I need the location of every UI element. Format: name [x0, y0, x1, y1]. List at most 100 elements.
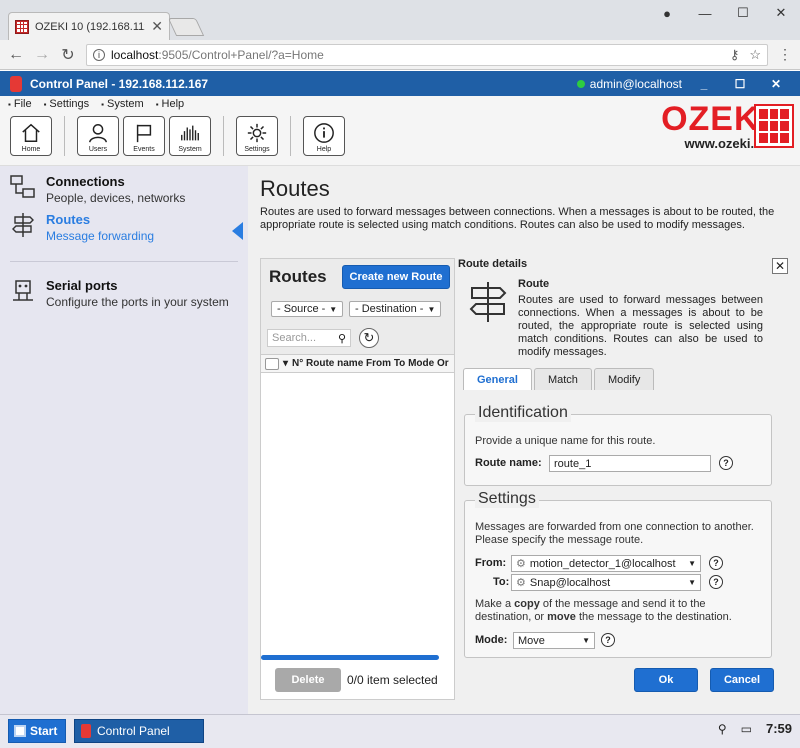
identification-legend: Identification — [475, 404, 571, 422]
close-icon[interactable]: ✕ — [772, 258, 788, 274]
sidebar-item-routes[interactable]: Routes Message forwarding — [10, 212, 154, 243]
help-question-icon[interactable]: ? — [709, 575, 723, 589]
routes-list-title: Routes — [269, 267, 327, 286]
search-icon[interactable]: ⚲ — [338, 332, 346, 345]
equalizer-icon — [181, 125, 199, 141]
route-name-value: route_1 — [554, 457, 592, 470]
routes-list-panel: Routes Create new Route - Source - ▼ - De… — [260, 258, 455, 700]
identification-section: Identification Provide a unique name for… — [464, 404, 772, 486]
app-title: Control Panel - 192.168.112.167 — [30, 76, 209, 91]
minimize-icon[interactable]: — — [686, 0, 724, 26]
tab-modify[interactable]: Modify — [593, 368, 655, 390]
events-button[interactable]: Events — [123, 116, 165, 156]
maximize-icon[interactable]: ☐ — [724, 0, 762, 26]
sidebar-item-serial-ports[interactable]: Serial ports Configure the ports in your… — [10, 278, 229, 309]
address-bar[interactable]: i localhost:9505/Control+Panel/?a=Home ⚷… — [86, 43, 768, 66]
help-question-icon[interactable]: ? — [719, 456, 733, 470]
menu-settings[interactable]: Settings — [44, 98, 89, 110]
chevron-down-icon: ▼ — [688, 559, 696, 568]
tab-general[interactable]: General — [463, 368, 532, 390]
routes-table-columns: N° Route name From To Mode Or — [292, 358, 449, 369]
select-all-checkbox[interactable] — [265, 357, 279, 370]
usb-network-icon[interactable]: ⚲ — [718, 722, 727, 736]
to-label: To: — [493, 576, 510, 588]
browser-tab[interactable]: OZEKI 10 (192.168.112.16 ✕ — [8, 12, 170, 40]
toolbar-separator — [223, 116, 224, 156]
mode-select[interactable]: Move ▼ — [513, 632, 595, 649]
monitor-icon[interactable]: ▭ — [741, 722, 752, 736]
ok-button[interactable]: Ok — [634, 668, 698, 692]
toolbar-separator — [290, 116, 291, 156]
route-name-input[interactable]: route_1 — [549, 455, 711, 472]
sidebar-item-title: Serial ports — [46, 278, 118, 293]
chevron-down-icon: ▼ — [329, 304, 338, 314]
create-route-button[interactable]: Create new Route — [342, 265, 450, 289]
identification-hint: Provide a unique name for this route. — [475, 435, 656, 447]
clock: 7:59 — [765, 721, 792, 736]
scrollbar[interactable] — [261, 655, 439, 660]
home-button[interactable]: Home — [10, 116, 52, 156]
settings-button[interactable]: Settings — [236, 116, 278, 156]
start-button[interactable]: Start — [8, 719, 66, 743]
taskbar: Start Control Panel ⚲ ▭ 7:59 — [0, 714, 800, 748]
sidebar-divider — [10, 261, 238, 262]
user-icon — [89, 124, 107, 143]
help-question-icon[interactable]: ? — [709, 556, 723, 570]
taskbar-control-panel[interactable]: Control Panel — [74, 719, 204, 743]
gear-icon: ⚙ — [516, 577, 526, 589]
browser-menu-icon[interactable]: ⋮ — [778, 46, 792, 63]
help-question-icon[interactable]: ? — [601, 633, 615, 647]
url-host: localhost — [111, 47, 159, 62]
selection-status: 0/0 item selected — [347, 673, 438, 687]
new-tab-button[interactable] — [167, 18, 205, 36]
refresh-icon[interactable]: ↻ — [359, 328, 379, 348]
tab-match[interactable]: Match — [533, 368, 592, 390]
user-name[interactable]: admin@localhost — [590, 77, 682, 91]
from-label: From: — [475, 557, 507, 569]
bookmark-star-icon[interactable]: ☆ — [749, 47, 761, 63]
help-button[interactable]: Help — [303, 116, 345, 156]
window-controls: ● — ☐ ✕ — [648, 0, 800, 26]
to-select[interactable]: ⚙ Snap@localhost ▼ — [511, 574, 701, 591]
key-icon[interactable]: ⚷ — [730, 47, 740, 63]
sort-icon[interactable]: ▾ — [283, 358, 288, 369]
system-button[interactable]: System — [169, 116, 211, 156]
search-input[interactable]: Search... ⚲ — [267, 329, 351, 347]
menu-help[interactable]: Help — [156, 98, 185, 110]
info-circle-icon — [314, 123, 334, 143]
routes-icon — [12, 213, 34, 237]
app-minimize-icon[interactable]: _ — [690, 77, 718, 91]
sidebar-item-subtitle: Message forwarding — [46, 229, 155, 243]
users-button[interactable]: Users — [77, 116, 119, 156]
app-maximize-icon[interactable]: ☐ — [726, 77, 754, 91]
taskbar-app-label: Control Panel — [97, 724, 170, 738]
forward-icon[interactable]: → — [34, 46, 50, 64]
destination-filter-dropdown[interactable]: - Destination - ▼ — [349, 301, 442, 317]
settings-label: Settings — [244, 146, 270, 153]
home-label: Home — [21, 146, 41, 153]
details-tabs: General Match Modify — [463, 368, 655, 390]
delete-button[interactable]: Delete — [275, 668, 341, 692]
cancel-button[interactable]: Cancel — [710, 668, 774, 692]
reload-icon[interactable]: ↻ — [60, 45, 76, 65]
chevron-down-icon: ▼ — [427, 304, 436, 314]
ozeki-brand: OZEKI www.ozeki.hu — [661, 102, 794, 151]
back-icon[interactable]: ← — [8, 46, 24, 64]
ozeki-favicon-icon — [15, 19, 29, 34]
close-window-icon[interactable]: ✕ — [762, 0, 800, 26]
info-icon[interactable]: i — [93, 48, 105, 61]
sidebar-item-title: Routes — [46, 212, 91, 227]
source-filter-dropdown[interactable]: - Source - ▼ — [271, 301, 344, 317]
menu-file[interactable]: File — [8, 98, 32, 110]
app-close-icon[interactable]: ✕ — [762, 77, 790, 91]
browser-tabbar: OZEKI 10 (192.168.112.16 ✕ ● — ☐ ✕ — [0, 0, 800, 40]
chevron-down-icon: ▼ — [582, 636, 590, 645]
mode-value: Move — [518, 634, 545, 647]
from-select[interactable]: ⚙ motion_detector_1@localhost ▼ — [511, 555, 701, 572]
sidebar-item-connections[interactable]: Connections People, devices, networks — [10, 174, 185, 205]
profile-icon[interactable]: ● — [648, 0, 686, 26]
close-tab-icon[interactable]: ✕ — [151, 18, 163, 35]
menu-system[interactable]: System — [101, 98, 144, 110]
start-icon — [14, 725, 26, 737]
page-description: Routes are used to forward messages betw… — [260, 206, 775, 231]
